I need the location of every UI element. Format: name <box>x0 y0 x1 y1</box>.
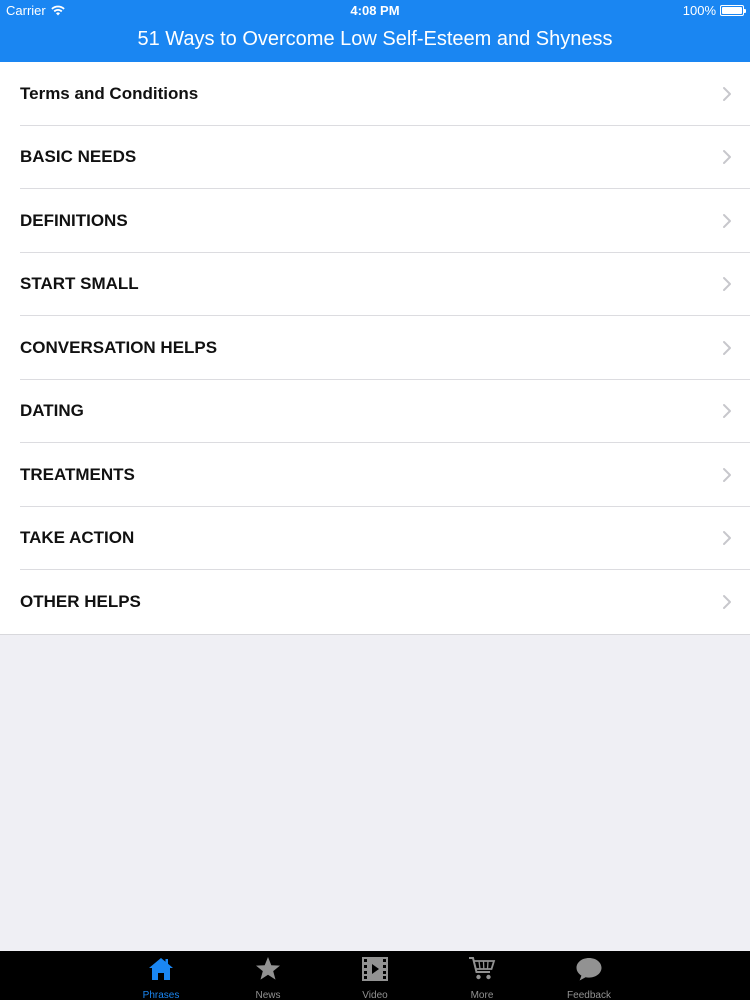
cart-icon <box>468 955 496 988</box>
list-item[interactable]: CONVERSATION HELPS <box>0 316 750 380</box>
list-item-label: Terms and Conditions <box>20 83 199 103</box>
battery-icon <box>720 5 746 16</box>
tab-more[interactable]: More <box>429 951 536 1000</box>
list-item-label: TAKE ACTION <box>20 528 135 548</box>
tab-label: Feedback <box>567 990 611 1000</box>
list-item[interactable]: TAKE ACTION <box>0 507 750 571</box>
list-item-label: BASIC NEEDS <box>20 147 137 167</box>
battery-percent: 100% <box>682 3 716 18</box>
chevron-right-icon <box>723 531 731 546</box>
chevron-right-icon <box>723 150 731 165</box>
tab-label: Phrases <box>142 990 180 1000</box>
list-item[interactable]: DEFINITIONS <box>0 189 750 253</box>
chevron-right-icon <box>723 277 731 292</box>
tab-feedback[interactable]: Feedback <box>536 951 643 1000</box>
status-time: 4:08 PM <box>350 3 400 18</box>
list-item-label: OTHER HELPS <box>20 591 141 611</box>
list-item-label: CONVERSATION HELPS <box>20 337 218 357</box>
list-item-label: TREATMENTS <box>20 464 135 484</box>
film-icon <box>361 955 389 988</box>
list-item[interactable]: BASIC NEEDS <box>0 126 750 190</box>
chevron-right-icon <box>723 213 731 228</box>
chapter-list: Terms and Conditions BASIC NEEDS DEFINITIO… <box>0 62 750 635</box>
chevron-right-icon <box>723 467 731 482</box>
app-screen: Carrier 4:08 PM 100% 51 Ways to Overcome… <box>0 0 750 1000</box>
list-item[interactable]: DATING <box>0 380 750 444</box>
chevron-right-icon <box>723 86 731 101</box>
tab-video[interactable]: Video <box>322 951 429 1000</box>
list-item[interactable]: TREATMENTS <box>0 443 750 507</box>
list-item-label: DEFINITIONS <box>20 210 128 230</box>
status-bar: Carrier 4:08 PM 100% <box>0 0 750 20</box>
list-item-label: START SMALL <box>20 274 139 294</box>
chevron-right-icon <box>723 594 731 609</box>
status-right: 100% <box>682 3 746 18</box>
tab-label: More <box>470 990 494 1000</box>
page-title: 51 Ways to Overcome Low Self-Esteem and … <box>137 28 613 50</box>
tab-news[interactable]: News <box>215 951 322 1000</box>
chevron-right-icon <box>723 340 731 355</box>
chevron-right-icon <box>723 404 731 419</box>
tab-label: Video <box>362 990 388 1000</box>
list-item[interactable]: Terms and Conditions <box>0 62 750 126</box>
speech-bubble-icon <box>575 955 603 988</box>
header: Carrier 4:08 PM 100% 51 Ways to Overcome… <box>0 0 750 62</box>
star-icon <box>254 955 282 988</box>
list-item-label: DATING <box>20 401 84 421</box>
tab-bar: Phrases News Video More Feedback <box>0 951 750 1000</box>
battery-fill <box>722 7 742 14</box>
tab-phrases[interactable]: Phrases <box>108 951 215 1000</box>
list-item[interactable]: OTHER HELPS <box>0 570 750 634</box>
list-item[interactable]: START SMALL <box>0 253 750 317</box>
tab-label: News <box>255 990 281 1000</box>
home-icon <box>147 955 175 988</box>
